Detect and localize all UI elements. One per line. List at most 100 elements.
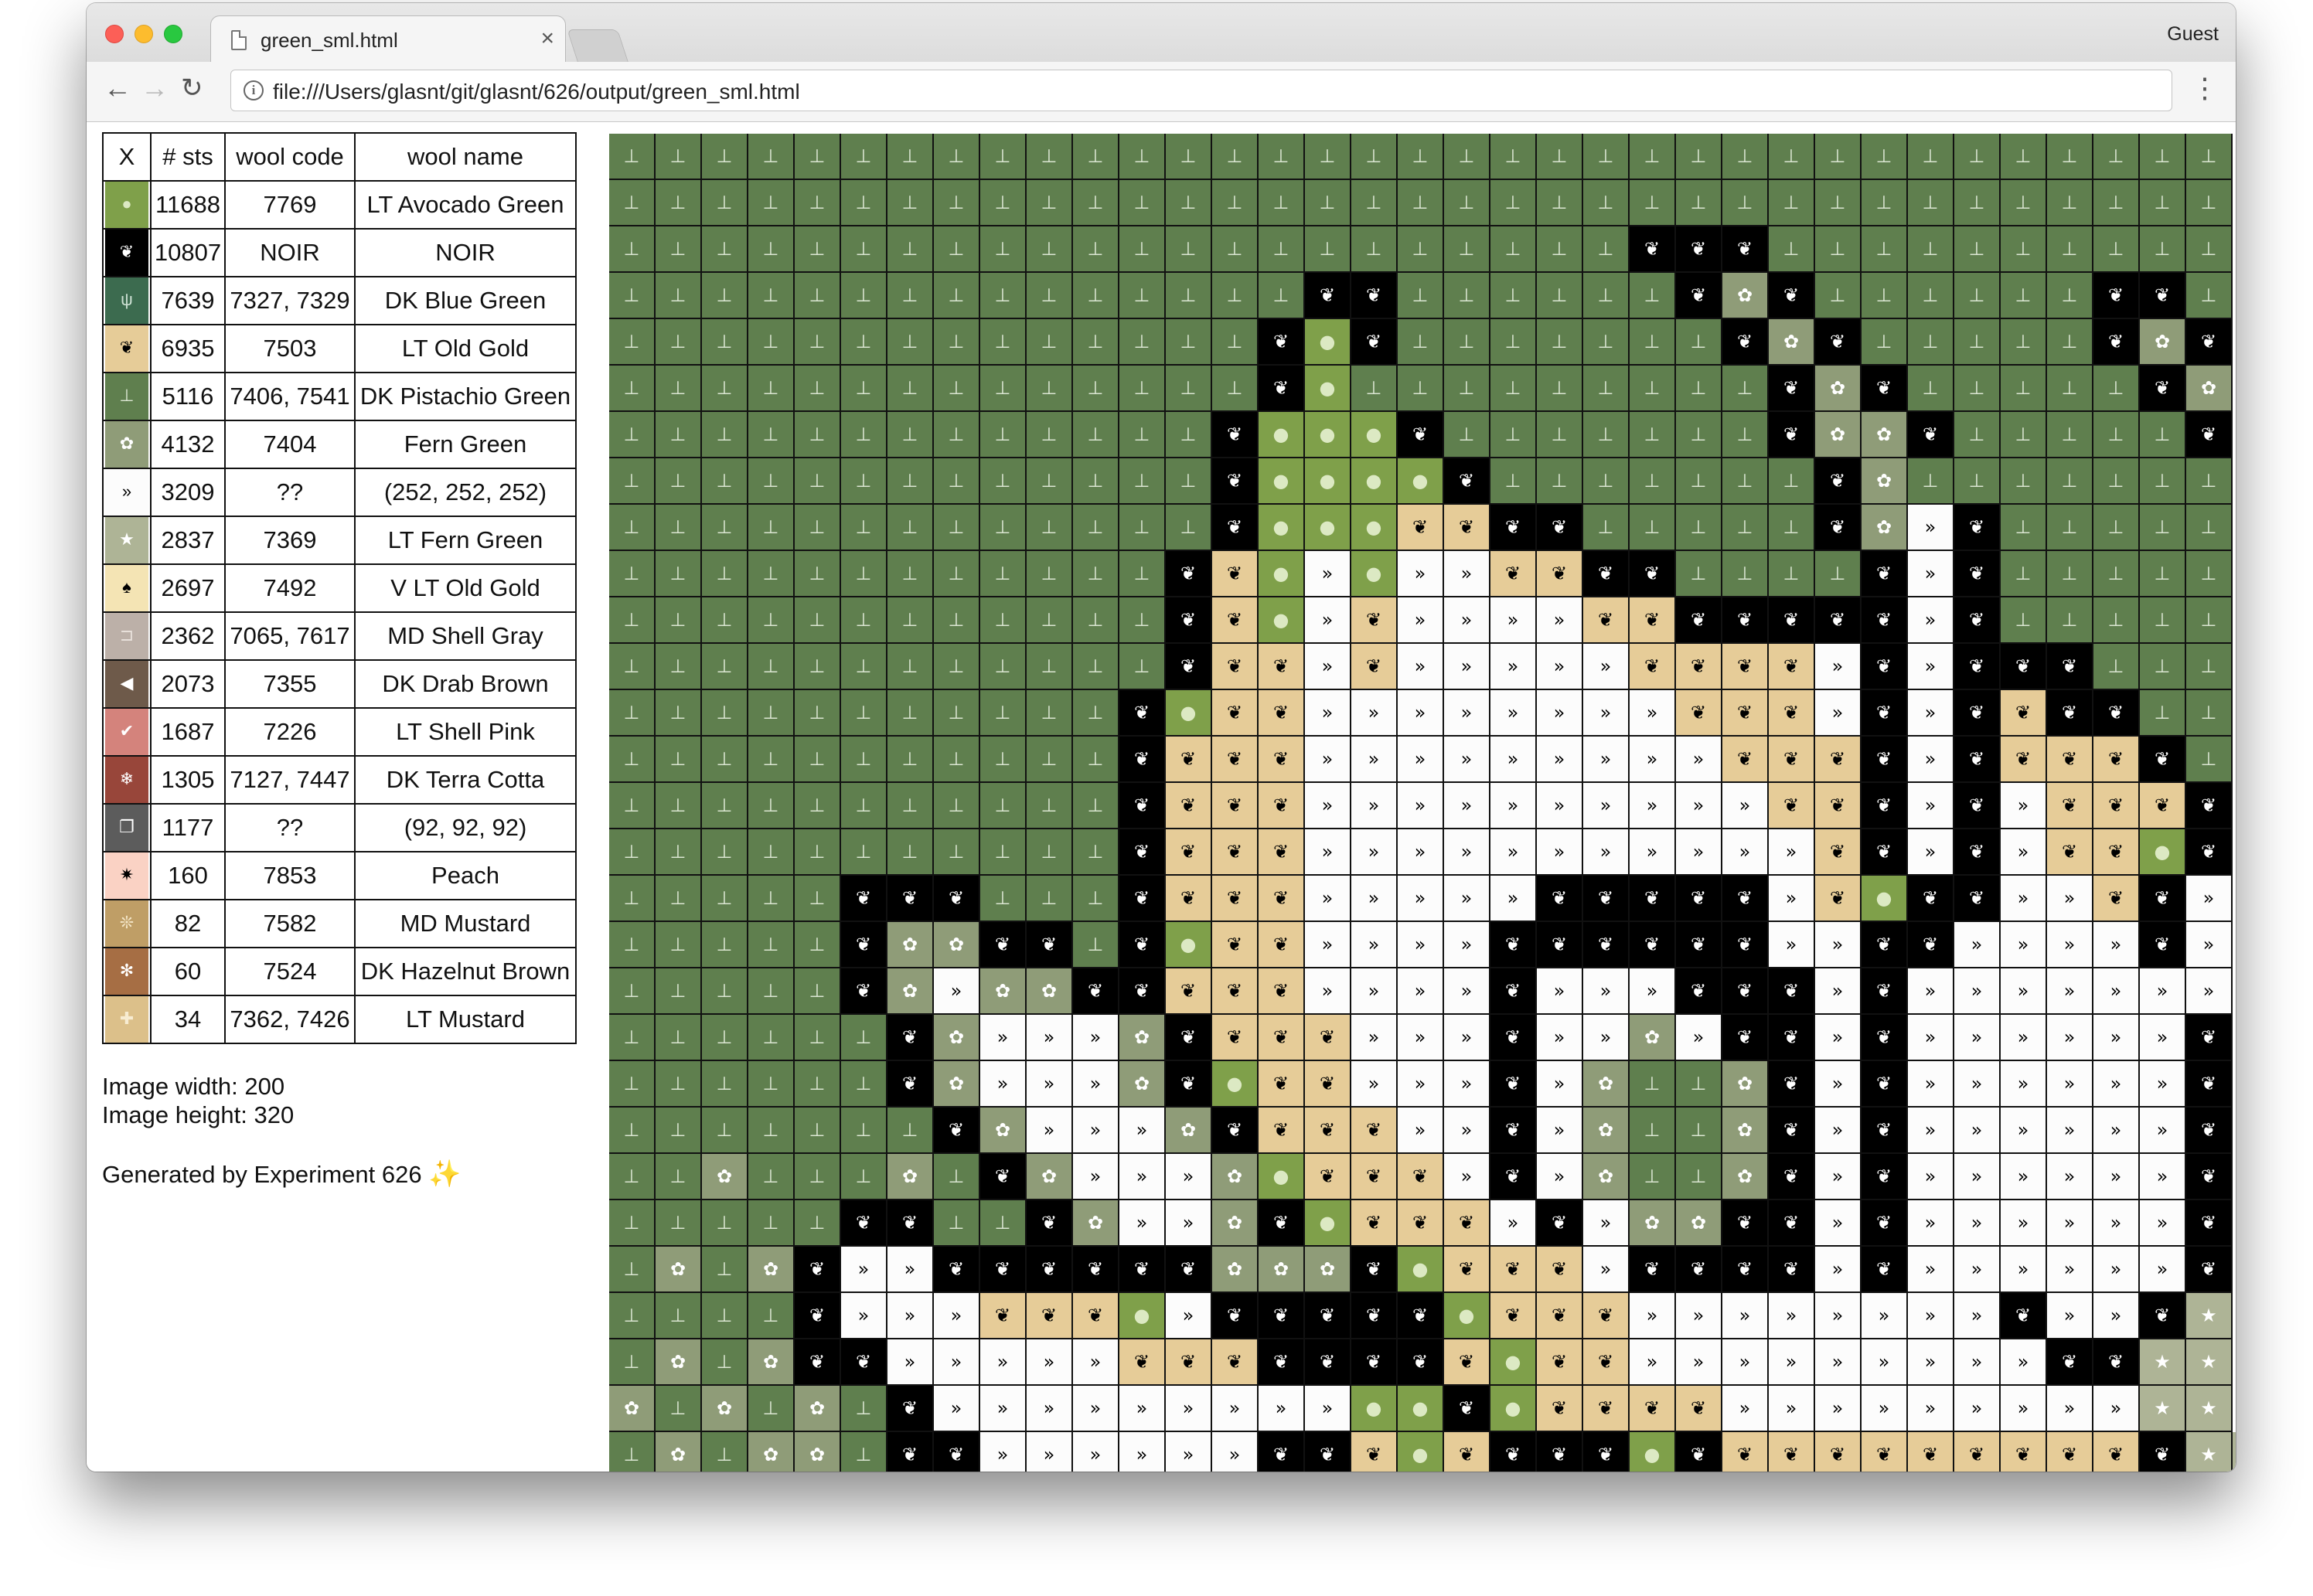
stitch-cell: ❦	[2186, 783, 2233, 829]
back-arrow-icon[interactable]: ←	[104, 73, 131, 104]
stitch-cell: »	[2140, 968, 2186, 1015]
stitch-cell: »	[1908, 690, 1954, 737]
stitch-cell: ❦	[1862, 1247, 1908, 1293]
stitch-cell: ❦	[1490, 1293, 1537, 1339]
stitch-cell: ⊥	[887, 505, 934, 551]
stitch-cell: ⊥	[1027, 458, 1073, 505]
stitch-cell: ⊥	[934, 505, 980, 551]
close-window-button[interactable]	[105, 25, 124, 43]
profile-label[interactable]: Guest	[2167, 23, 2219, 46]
stitch-cell: »	[2093, 1108, 2140, 1154]
stitch-cell: ●	[1305, 458, 1351, 505]
stitch-cell: ⊥	[702, 876, 748, 922]
stitch-cell: ⊥	[748, 737, 795, 783]
stitch-cell: ❦	[1815, 458, 1862, 505]
stitch-cell: ⊥	[702, 690, 748, 737]
legend-row: ✿ 4132 7404 Fern Green	[102, 420, 577, 469]
new-tab-button[interactable]	[567, 29, 628, 62]
stitch-cell: »	[1305, 783, 1351, 829]
tab-close-icon[interactable]: ×	[540, 26, 554, 52]
stitch-cell: »	[887, 1339, 934, 1386]
stitch-cell: »	[2140, 1247, 2186, 1293]
stitch-cell: ✿	[934, 922, 980, 968]
stitch-cell: »	[1537, 968, 1583, 1015]
stitch-cell: ⊥	[748, 273, 795, 319]
stitch-cell: ❦	[1676, 226, 1722, 273]
tab-green-sml[interactable]: green_sml.html ×	[210, 15, 566, 63]
stitch-cell: ⊥	[1769, 458, 1815, 505]
stitch-cell: »	[1908, 1200, 1954, 1247]
stitch-cell: ❦	[1259, 690, 1305, 737]
stitch-cell: »	[1351, 1015, 1398, 1061]
stitch-cell: »	[1398, 737, 1444, 783]
stitch-cell: ⊥	[1027, 366, 1073, 412]
stitch-cell: »	[1537, 1154, 1583, 1200]
stitch-cell: ⊥	[2140, 180, 2186, 226]
stitch-cell: »	[2047, 1154, 2093, 1200]
maximize-window-button[interactable]	[164, 25, 182, 43]
pattern-row: ⊥ ⊥ ⊥ ⊥ ⊥ ⊥ ⊥ ⊥ ⊥ ⊥ ⊥ ❦ ❦ ❦ ❦»»»»»»»»»»» ❦ ❦» ❦» ❦ ❦ ● ❦	[609, 829, 2236, 876]
stitch-cell: ❦	[1815, 783, 1862, 829]
stitch-cell: ⊥	[1630, 505, 1676, 551]
legend-stitch-count: 11688	[150, 180, 226, 230]
stitch-cell: ⊥	[934, 829, 980, 876]
info-icon[interactable]: i	[244, 80, 264, 100]
stitch-cell: ❦	[1119, 1247, 1166, 1293]
menu-icon[interactable]: ⋮	[2191, 73, 2219, 104]
stitch-cell: ⊥	[1073, 180, 1119, 226]
stitch-cell: »	[1908, 1015, 1954, 1061]
stitch-cell: ⊥	[1815, 226, 1862, 273]
stitch-cell: »	[1398, 783, 1444, 829]
stitch-cell: ⊥	[609, 1108, 656, 1154]
stitch-cell: ❦	[887, 1200, 934, 1247]
stitch-cell: ❦	[1166, 644, 1212, 690]
stitch-cell: ⊥	[2140, 134, 2186, 180]
stitch-cell: ⊥	[1073, 412, 1119, 458]
legend-wool-name: LT Fern Green	[354, 516, 577, 565]
stitch-cell: »	[1119, 1432, 1166, 1472]
legend-wool-name: DK Drab Brown	[354, 659, 577, 709]
stitch-cell: »	[2093, 1061, 2140, 1108]
forward-arrow-icon[interactable]: →	[141, 73, 169, 104]
stitch-cell: »	[2001, 1386, 2047, 1432]
stitch-cell: ✿	[887, 968, 934, 1015]
stitch-cell: ⊥	[841, 551, 887, 597]
stitch-cell: ✿	[1027, 968, 1073, 1015]
stitch-cell: ❦	[2001, 737, 2047, 783]
toolbar: ← → ↻ i file:///Users/glasnt/git/glasnt/…	[87, 62, 2236, 122]
stitch-cell: ⊥	[887, 829, 934, 876]
stitch-cell: »	[980, 1432, 1027, 1472]
reload-icon[interactable]: ↻	[181, 73, 203, 104]
stitch-cell: »	[1119, 1154, 1166, 1200]
stitch-cell: »	[1537, 829, 1583, 876]
stitch-cell: »	[1583, 783, 1630, 829]
legend-stitch-count: 3209	[150, 468, 226, 517]
legend-swatch: ✷	[102, 851, 152, 900]
stitch-cell: ⊥	[609, 1293, 656, 1339]
stitch-cell: »	[1398, 690, 1444, 737]
minimize-window-button[interactable]	[135, 25, 153, 43]
stitch-cell: ⊥	[980, 273, 1027, 319]
stitch-cell: »	[1398, 968, 1444, 1015]
stitch-cell: ❦	[2047, 690, 2093, 737]
address-bar[interactable]: i file:///Users/glasnt/git/glasnt/626/ou…	[230, 70, 2172, 111]
stitch-cell: ❦	[1676, 1432, 1722, 1472]
stitch-cell: ❦	[2093, 319, 2140, 366]
stitch-cell: »	[1908, 644, 1954, 690]
stitch-cell: ✿	[1676, 1200, 1722, 1247]
stitch-cell: ⊥	[2140, 644, 2186, 690]
stitch-cell: »	[1630, 690, 1676, 737]
pattern-row: ⊥ ⊥ ⊥ ⊥ ⊥ ❦ ❦ ❦ ⊥ ⊥ ⊥ ❦ ❦ ❦ ❦»»»»» ❦ ❦ ❦ ❦ ❦» ❦ ● ❦ ❦»» ❦ ❦»	[609, 876, 2236, 922]
swatch-symbol-icon: ✔	[105, 709, 148, 755]
stitch-cell: ❦	[1537, 922, 1583, 968]
url-text[interactable]: file:///Users/glasnt/git/glasnt/626/outp…	[273, 80, 800, 104]
stitch-cell: ❦	[1722, 737, 1769, 783]
stitch-cell: »	[1815, 1247, 1862, 1293]
legend-swatch: ★	[102, 516, 152, 565]
stitch-cell: ⊥	[1676, 1108, 1722, 1154]
stitch-cell: »	[1398, 1015, 1444, 1061]
stitch-cell: »	[1537, 597, 1583, 644]
stitch-cell: »	[1166, 1293, 1212, 1339]
stitch-cell: ❦	[1398, 412, 1444, 458]
stitch-cell: ❦	[1212, 505, 1259, 551]
